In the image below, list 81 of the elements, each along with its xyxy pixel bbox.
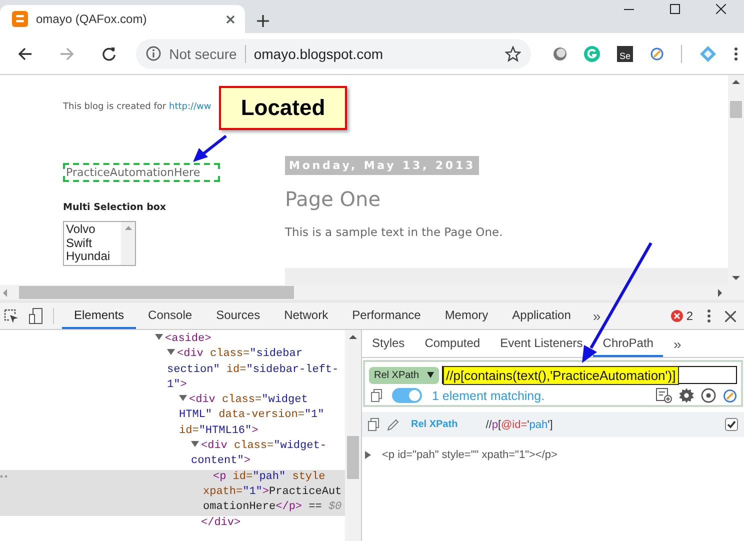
result-type: Rel XPath xyxy=(411,419,458,430)
close-icon[interactable] xyxy=(716,4,726,14)
maximize-icon[interactable] xyxy=(670,4,680,14)
dom-node[interactable]: <aside> xyxy=(0,332,345,348)
mode-dropdown[interactable]: Rel XPath xyxy=(369,366,440,384)
dots-icon[interactable] xyxy=(0,474,8,478)
device-toggle-icon[interactable] xyxy=(29,308,43,324)
security-label: Not secure xyxy=(169,46,237,62)
info-icon[interactable] xyxy=(146,46,162,61)
copy-icon[interactable] xyxy=(368,418,379,431)
scroll-up-icon[interactable] xyxy=(349,335,357,339)
devtools-tab[interactable]: Elements xyxy=(62,303,136,329)
dom-node[interactable]: </div> xyxy=(0,516,345,531)
scroll-right-icon[interactable] xyxy=(718,288,722,296)
callout-label: Located xyxy=(219,86,347,130)
list-option[interactable]: Hyundai xyxy=(66,250,119,264)
settings-icon[interactable] xyxy=(679,388,694,403)
scrollbar-thumb[interactable] xyxy=(730,101,742,118)
extension-button[interactable]: Se xyxy=(617,46,633,62)
dom-node[interactable]: <div class="widget HTML" data-version="1" id="HTML16"> xyxy=(0,393,345,440)
caret-icon[interactable] xyxy=(427,370,434,378)
circle-extension-icon[interactable] xyxy=(553,46,567,60)
list-option[interactable]: Swift xyxy=(66,236,119,250)
matched-node[interactable]: <p id="pah" style="" xpath="1"></p> xyxy=(382,449,558,461)
list-label: Multi Selection box xyxy=(63,202,166,213)
toggle-switch[interactable] xyxy=(392,388,422,403)
compass-icon[interactable] xyxy=(723,388,737,402)
vertical-scrollbar[interactable] xyxy=(728,75,744,285)
close-icon[interactable] xyxy=(226,14,235,24)
horizontal-scrollbar[interactable] xyxy=(0,285,744,300)
scroll-up-icon[interactable] xyxy=(732,80,740,84)
devtools-tab[interactable]: Performance xyxy=(340,303,433,329)
expand-triangle-icon[interactable] xyxy=(191,440,199,448)
post-title: Page One xyxy=(285,187,380,211)
more-tabs-button[interactable]: » xyxy=(582,303,611,329)
target-icon[interactable] xyxy=(701,388,716,403)
compass-extension-icon[interactable] xyxy=(650,46,664,60)
intro-text: This blog is created for http://ww xyxy=(63,102,212,112)
devtools-tab[interactable]: Console xyxy=(136,303,204,329)
panel-tab[interactable]: Event Listeners xyxy=(490,330,593,357)
menu-icon[interactable] xyxy=(734,46,738,60)
arrow xyxy=(193,134,227,162)
match-status: 1 element matching. xyxy=(432,388,545,402)
address-bar[interactable]: Not secure omayo.blogspot.com xyxy=(136,38,531,68)
post-date: Monday, May 13, 2013 xyxy=(285,156,479,175)
scroll-down-icon[interactable] xyxy=(732,276,740,280)
expand-triangle-icon[interactable] xyxy=(364,451,372,459)
list-option[interactable]: Volvo xyxy=(66,223,119,236)
xpath-input-field[interactable]: //p[contains(text(),'PracticeAutomation')] xyxy=(442,366,737,384)
devtools-tab[interactable]: Network xyxy=(272,303,340,329)
url-text: omayo.blogspot.com xyxy=(254,46,384,62)
close-icon[interactable] xyxy=(725,310,736,322)
copy-icon[interactable] xyxy=(371,389,382,402)
error-counter[interactable]: 2 xyxy=(671,309,693,323)
scrollbar-thumb[interactable] xyxy=(19,286,294,299)
vertical-scrollbar[interactable] xyxy=(345,330,361,541)
new-tab-icon[interactable] xyxy=(257,15,269,27)
more-tabs-button[interactable]: » xyxy=(663,330,692,357)
inspect-cursor-icon[interactable] xyxy=(4,308,19,324)
panel-tab[interactable]: Computed xyxy=(414,330,490,357)
dom-node[interactable]: <div class="widget-content"> xyxy=(0,439,345,470)
more-options-icon[interactable] xyxy=(707,309,711,323)
blog-link[interactable]: http://ww xyxy=(168,102,212,112)
devtools-tab[interactable]: Sources xyxy=(204,303,272,329)
checkbox[interactable] xyxy=(725,418,738,431)
star-icon[interactable] xyxy=(505,46,521,62)
dom-node[interactable]: <div class="sidebar section" id="sidebar-left-1"> xyxy=(0,347,345,394)
devtools-tab[interactable]: Application xyxy=(500,303,583,329)
matched-text: PracticeAutomationHere xyxy=(63,163,220,182)
devtools-tab[interactable]: Memory xyxy=(432,303,500,329)
expand-triangle-icon[interactable] xyxy=(179,394,187,402)
browser-tab[interactable]: omayo (QAFox.com) xyxy=(0,5,245,33)
add-list-icon[interactable] xyxy=(656,388,672,403)
pencil-icon[interactable] xyxy=(387,418,399,430)
dom-node[interactable]: <p id="pah" style xpath="1">PracticeAutomationHere</p> == $0 xyxy=(0,470,345,516)
multi-select-list[interactable]: Volvo Swift Hyundai xyxy=(63,221,136,266)
blog-logo-icon xyxy=(12,11,28,27)
post-text: This is a sample text in the Page One. xyxy=(285,225,503,239)
panel-tab[interactable]: Styles xyxy=(362,330,415,357)
scrollbar-thumb[interactable] xyxy=(347,436,359,479)
xpath-result: //p[@id='pah'] xyxy=(486,418,553,430)
